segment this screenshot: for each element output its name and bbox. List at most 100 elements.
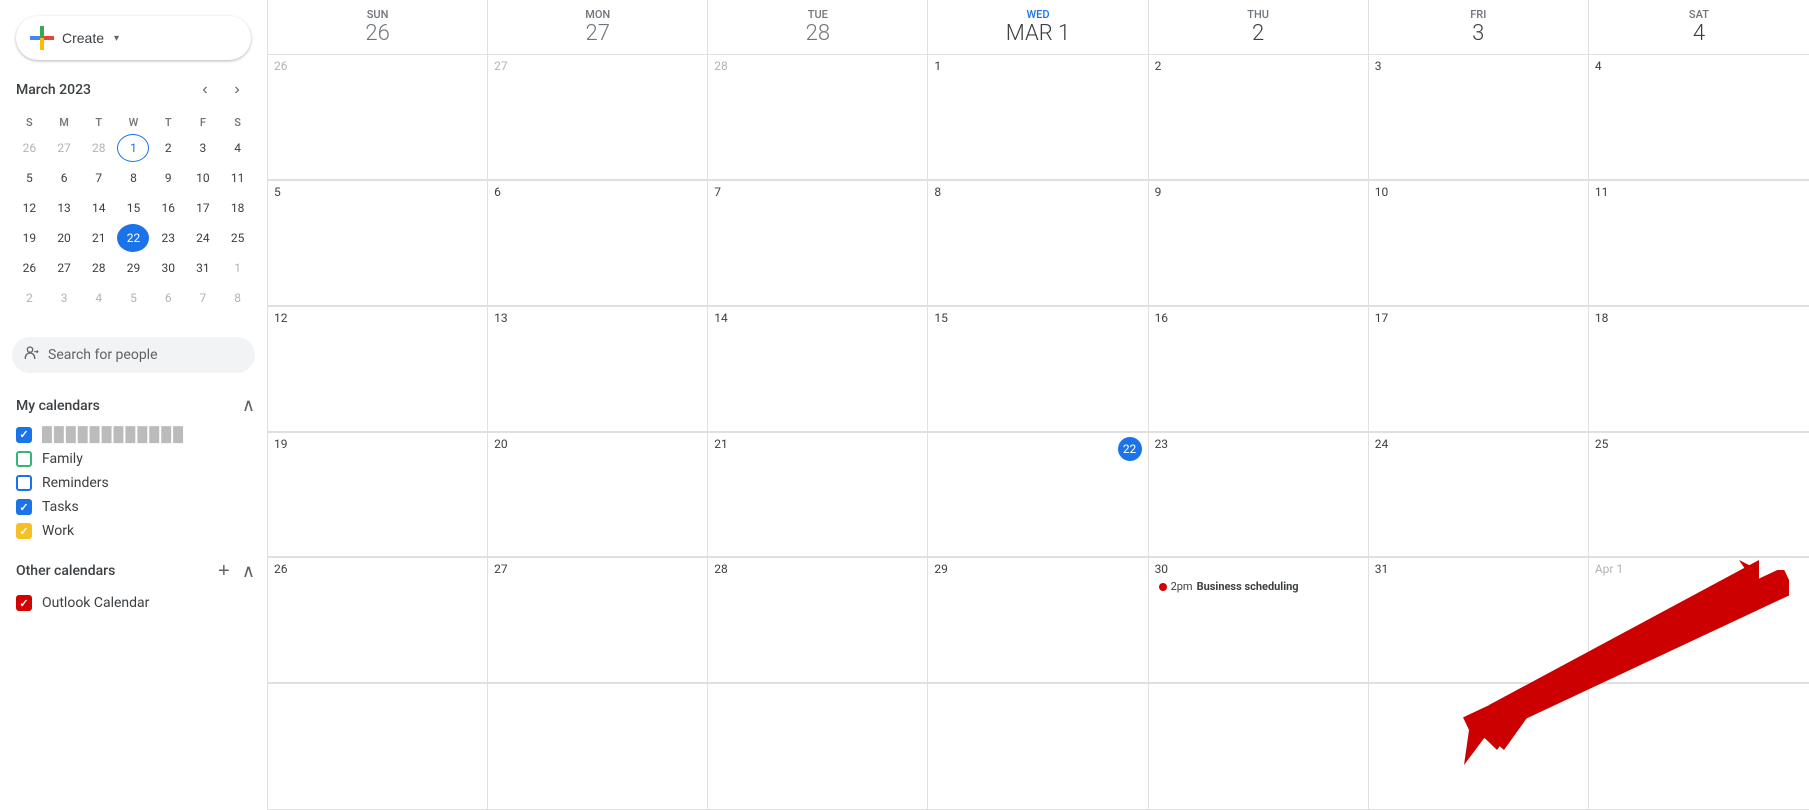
cell-21[interactable]: 21 <box>708 433 928 558</box>
mini-day-29[interactable]: 29 <box>117 254 149 282</box>
cell-19[interactable]: 19 <box>268 433 488 558</box>
mini-day-11[interactable]: 11 <box>222 164 254 192</box>
mini-day-24[interactable]: 24 <box>187 224 219 252</box>
event-business-scheduling[interactable]: 2pm Business scheduling <box>1155 579 1362 594</box>
mini-day-5[interactable]: 5 <box>117 284 149 312</box>
cell-30[interactable]: 30 2pm Business scheduling <box>1149 558 1369 683</box>
mini-day-12[interactable]: 12 <box>13 194 45 222</box>
mini-day-23[interactable]: 23 <box>152 224 184 252</box>
mini-day-14[interactable]: 14 <box>83 194 115 222</box>
cell-mar1[interactable]: 1 <box>928 55 1148 180</box>
mini-day-9[interactable]: 9 <box>152 164 184 192</box>
cell-27b[interactable]: 27 <box>488 558 708 683</box>
cell-13[interactable]: 13 <box>488 307 708 432</box>
cell-23[interactable]: 23 <box>1149 433 1369 558</box>
mini-day-27[interactable]: 27 <box>48 134 80 162</box>
mini-day-10[interactable]: 10 <box>187 164 219 192</box>
mini-day-4[interactable]: 4 <box>83 284 115 312</box>
other-calendars-collapse-icon[interactable]: ∧ <box>242 561 255 582</box>
my-calendars-collapse-icon[interactable]: ∧ <box>242 395 255 416</box>
cell-apr1[interactable]: Apr 1 <box>1589 558 1809 683</box>
mini-day-8[interactable]: 8 <box>222 284 254 312</box>
mini-day-5[interactable]: 5 <box>13 164 45 192</box>
mini-day-19[interactable]: 19 <box>13 224 45 252</box>
cell-26[interactable]: 26 <box>268 558 488 683</box>
mini-day-15[interactable]: 15 <box>117 194 149 222</box>
cell-31[interactable]: 31 <box>1369 558 1589 683</box>
mini-day-20[interactable]: 20 <box>48 224 80 252</box>
mini-day-27[interactable]: 27 <box>48 254 80 282</box>
cell-10[interactable]: 10 <box>1369 181 1589 306</box>
cell-29[interactable]: 29 <box>928 558 1148 683</box>
mini-day-31[interactable]: 31 <box>187 254 219 282</box>
cell-16[interactable]: 16 <box>1149 307 1369 432</box>
mini-day-30[interactable]: 30 <box>152 254 184 282</box>
calendar-checkbox-personal[interactable]: ✓ <box>16 427 32 443</box>
cell-7[interactable]: 7 <box>708 181 928 306</box>
cell-22-today[interactable]: 22 <box>928 433 1148 558</box>
mini-day-21[interactable]: 21 <box>83 224 115 252</box>
mini-day-7[interactable]: 7 <box>187 284 219 312</box>
mini-day-2[interactable]: 2 <box>152 134 184 162</box>
mini-day-6[interactable]: 6 <box>152 284 184 312</box>
calendar-checkbox-reminders[interactable] <box>16 475 32 491</box>
add-other-calendar-button[interactable]: + <box>210 557 238 585</box>
search-people[interactable]: Search for people <box>12 337 255 373</box>
mini-day-18[interactable]: 18 <box>222 194 254 222</box>
mini-day-1[interactable]: 1 <box>117 134 149 162</box>
mini-day-26[interactable]: 26 <box>13 134 45 162</box>
calendar-item-tasks[interactable]: ✓ Tasks <box>0 495 267 519</box>
cell-20[interactable]: 20 <box>488 433 708 558</box>
mini-day-3[interactable]: 3 <box>48 284 80 312</box>
mini-day-28[interactable]: 28 <box>83 134 115 162</box>
mini-day-4[interactable]: 4 <box>222 134 254 162</box>
week-row-5[interactable]: 26 27 28 29 30 2pm Business scheduling 3… <box>268 558 1809 684</box>
cell-11[interactable]: 11 <box>1589 181 1809 306</box>
cell-mar2[interactable]: 2 <box>1149 55 1369 180</box>
mini-day-28[interactable]: 28 <box>83 254 115 282</box>
week-row-1[interactable]: 26 27 28 1 2 3 4 <box>268 55 1809 181</box>
cell-feb28[interactable]: 28 <box>708 55 928 180</box>
cell-mar4[interactable]: 4 <box>1589 55 1809 180</box>
cell-15[interactable]: 15 <box>928 307 1148 432</box>
cell-mar3[interactable]: 3 <box>1369 55 1589 180</box>
mini-day-13[interactable]: 13 <box>48 194 80 222</box>
cell-6[interactable]: 6 <box>488 181 708 306</box>
calendar-item-family[interactable]: Family <box>0 447 267 471</box>
calendar-item-outlook[interactable]: ✓ Outlook Calendar <box>0 591 267 615</box>
cell-8[interactable]: 8 <box>928 181 1148 306</box>
cell-25[interactable]: 25 <box>1589 433 1809 558</box>
cell-5[interactable]: 5 <box>268 181 488 306</box>
mini-day-17[interactable]: 17 <box>187 194 219 222</box>
mini-day-8[interactable]: 8 <box>117 164 149 192</box>
week-row-2[interactable]: 5 6 7 8 9 10 11 <box>268 181 1809 307</box>
calendar-item-reminders[interactable]: Reminders <box>0 471 267 495</box>
mini-day-7[interactable]: 7 <box>83 164 115 192</box>
mini-day-6[interactable]: 6 <box>48 164 80 192</box>
calendar-checkbox-tasks[interactable]: ✓ <box>16 499 32 515</box>
cell-24[interactable]: 24 <box>1369 433 1589 558</box>
week-row-4[interactable]: 19 20 21 22 23 24 25 <box>268 433 1809 559</box>
cell-14[interactable]: 14 <box>708 307 928 432</box>
cell-9[interactable]: 9 <box>1149 181 1369 306</box>
cell-28b[interactable]: 28 <box>708 558 928 683</box>
next-month-button[interactable]: › <box>223 76 251 104</box>
cell-feb27[interactable]: 27 <box>488 55 708 180</box>
mini-day-3[interactable]: 3 <box>187 134 219 162</box>
mini-day-26[interactable]: 26 <box>13 254 45 282</box>
cell-18[interactable]: 18 <box>1589 307 1809 432</box>
mini-day-1[interactable]: 1 <box>222 254 254 282</box>
prev-month-button[interactable]: ‹ <box>191 76 219 104</box>
cell-17[interactable]: 17 <box>1369 307 1589 432</box>
cell-feb26[interactable]: 26 <box>268 55 488 180</box>
cell-12[interactable]: 12 <box>268 307 488 432</box>
calendar-checkbox-outlook[interactable]: ✓ <box>16 595 32 611</box>
calendar-item-personal[interactable]: ✓ ████████████ <box>0 422 267 447</box>
calendar-item-work[interactable]: ✓ Work <box>0 519 267 543</box>
mini-day-16[interactable]: 16 <box>152 194 184 222</box>
mini-day-2[interactable]: 2 <box>13 284 45 312</box>
calendar-checkbox-family[interactable] <box>16 451 32 467</box>
calendar-checkbox-work[interactable]: ✓ <box>16 523 32 539</box>
mini-day-25[interactable]: 25 <box>222 224 254 252</box>
create-button[interactable]: Create ▾ <box>16 16 251 60</box>
